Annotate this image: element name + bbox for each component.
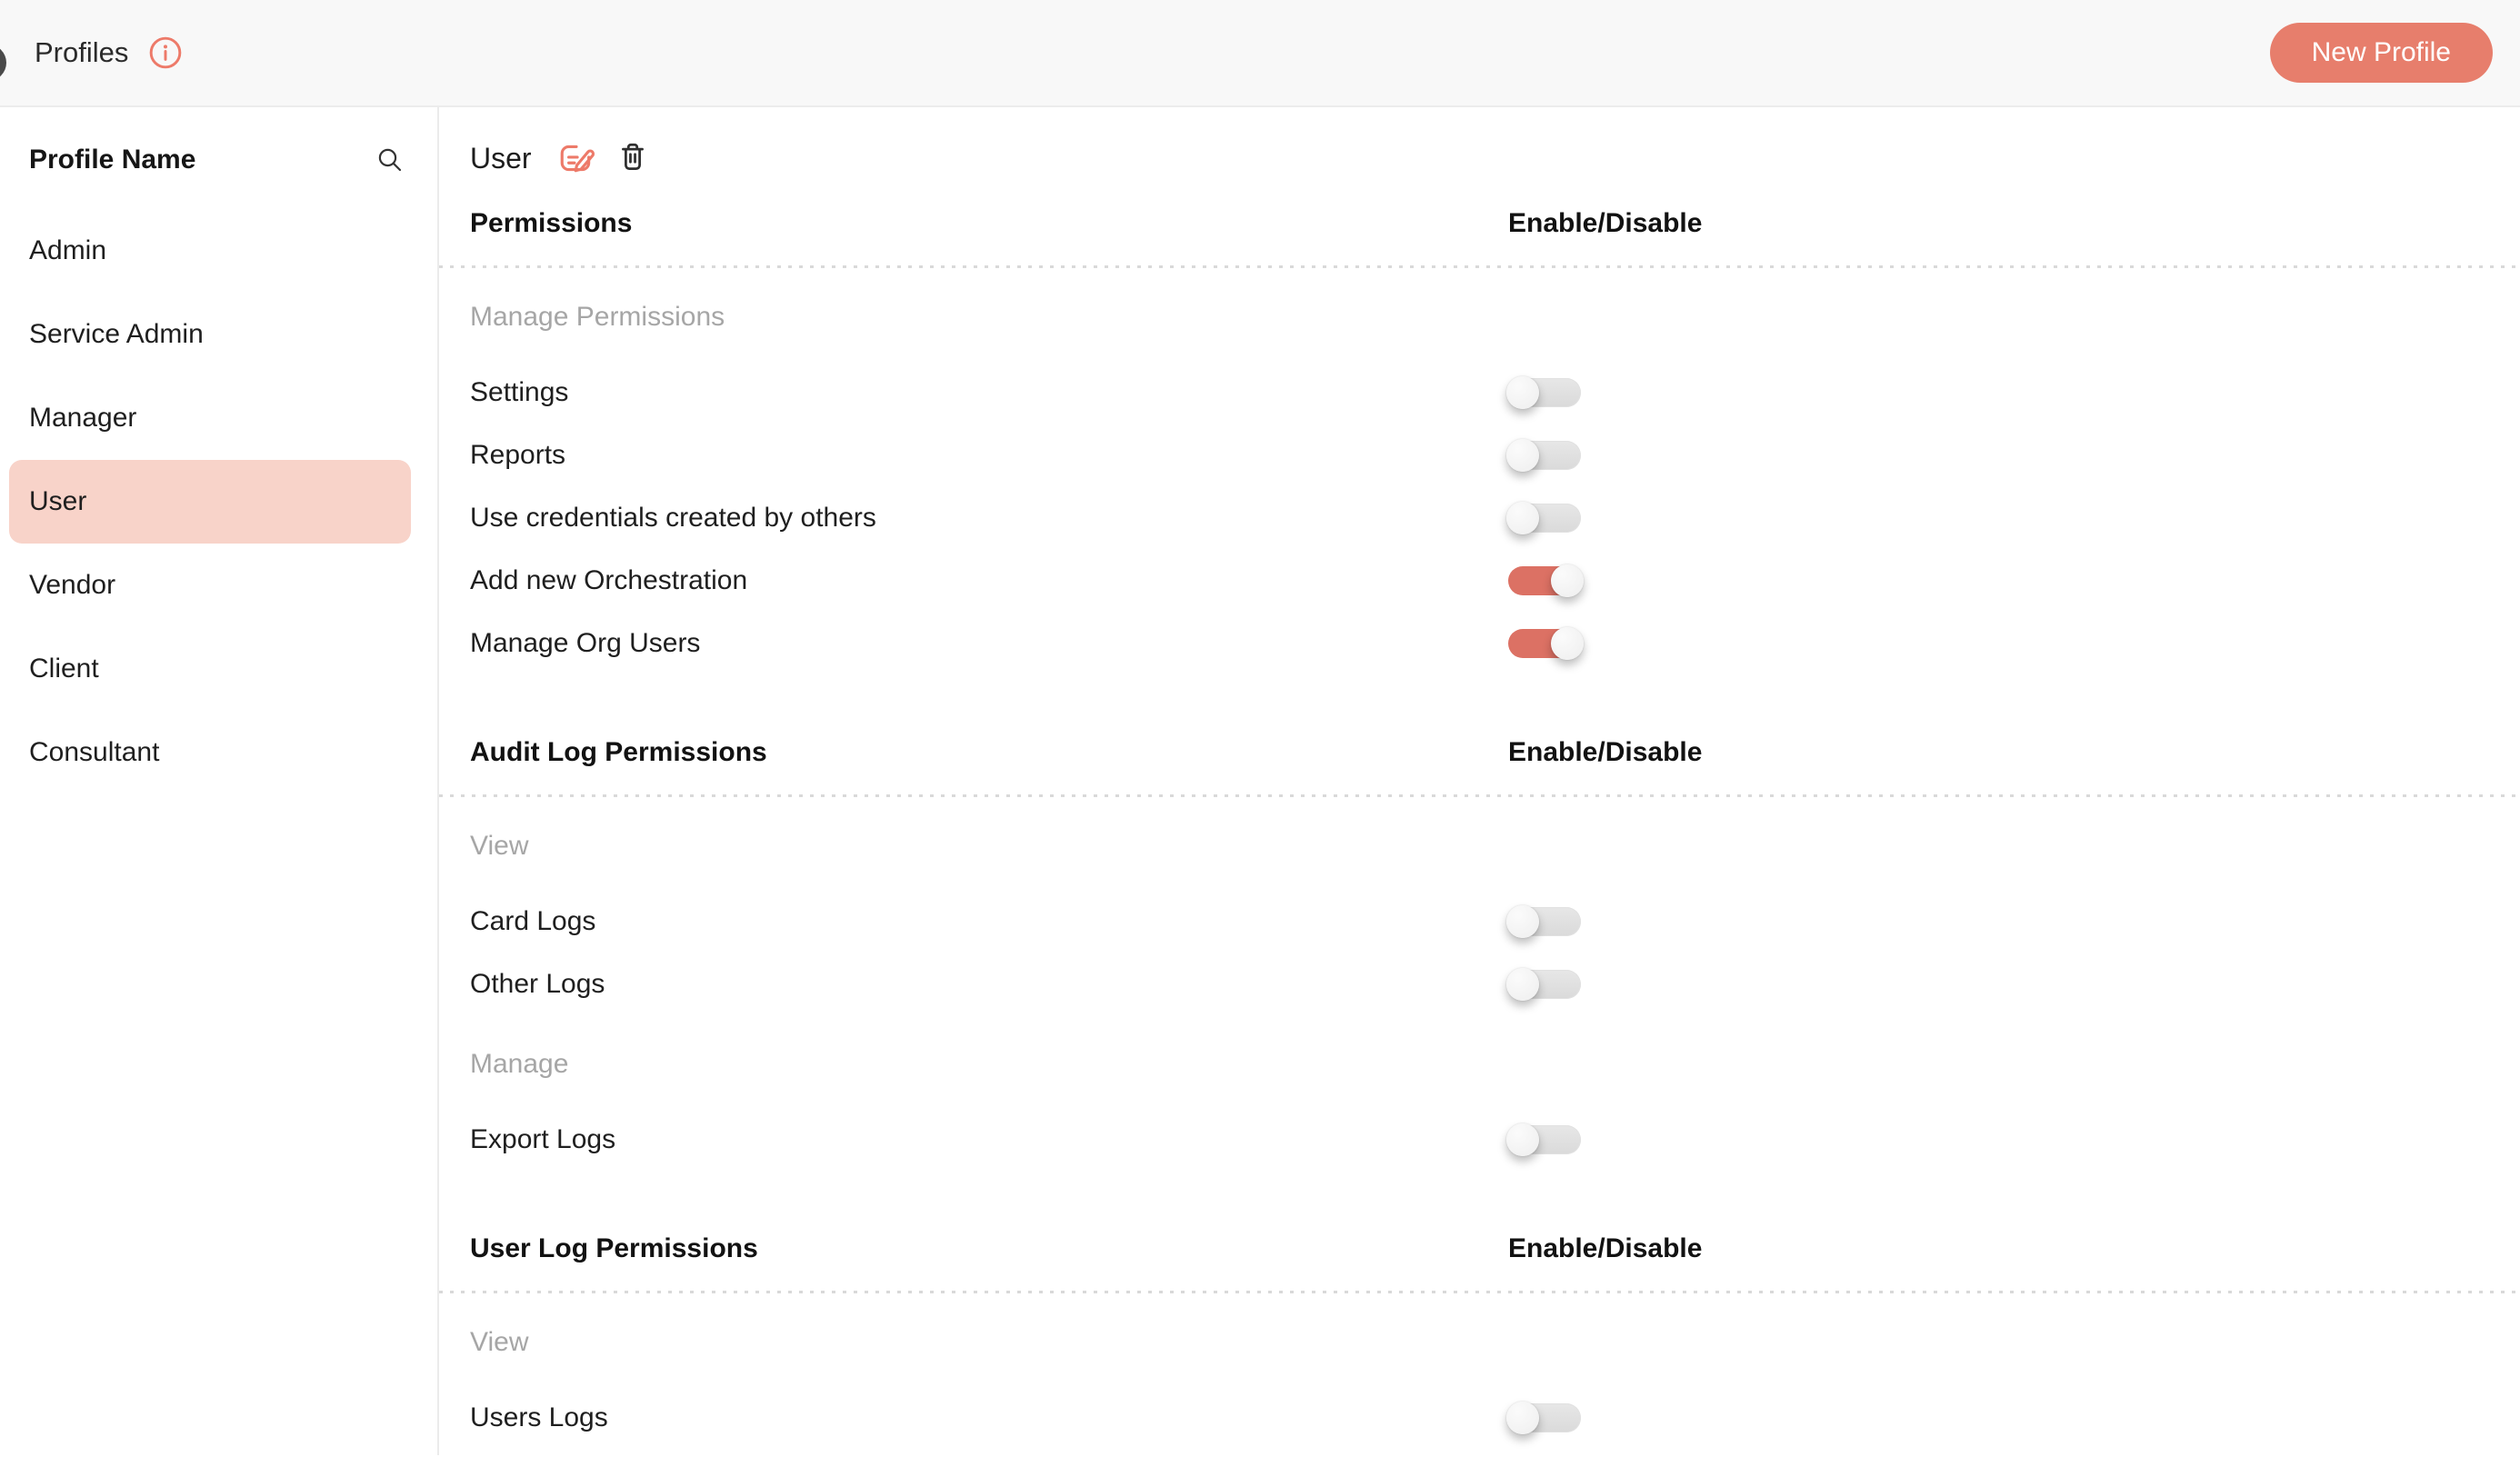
permission-label: Reports xyxy=(470,439,566,470)
sidebar-header: Profile Name xyxy=(29,144,405,176)
profile-search-button[interactable] xyxy=(375,145,405,175)
permission-row: Export Logs xyxy=(470,1108,2495,1171)
toggle-reports[interactable] xyxy=(1506,438,1581,472)
permission-row: Settings xyxy=(470,361,2495,424)
trash-icon xyxy=(615,141,650,175)
section-title: Audit Log Permissions xyxy=(470,737,767,767)
sidebar-item-service-admin[interactable]: Service Admin xyxy=(9,293,411,376)
edit-note-icon xyxy=(557,139,595,177)
profile-list: Admin Service Admin Manager User Vendor … xyxy=(0,209,437,794)
sidebar-item-user[interactable]: User xyxy=(9,460,411,544)
toggle-knob xyxy=(1551,564,1584,597)
toggle-manage-org-users[interactable] xyxy=(1508,626,1584,660)
section-divider xyxy=(439,794,2520,797)
section-user-log-permissions: User Log Permissions Enable/Disable View Us… xyxy=(439,1229,2520,1449)
new-profile-button[interactable]: New Profile xyxy=(2269,23,2493,83)
enable-disable-header: Enable/Disable xyxy=(1508,737,1703,767)
content-area: Profile Name Admin Service Admin Manager… xyxy=(0,107,2520,1455)
toggle-knob xyxy=(1506,438,1539,472)
toggle-other-logs[interactable] xyxy=(1506,967,1581,1001)
enable-disable-header: Enable/Disable xyxy=(1508,1233,1703,1263)
permission-row: Add new Orchestration xyxy=(470,549,2495,612)
toggle-knob xyxy=(1506,375,1539,409)
section-title: Permissions xyxy=(470,208,633,238)
permission-row: Reports xyxy=(470,424,2495,486)
sidebar-item-client[interactable]: Client xyxy=(9,627,411,711)
profiles-info-button[interactable] xyxy=(148,35,183,70)
sidebar-item-consultant[interactable]: Consultant xyxy=(9,711,411,794)
permission-group-label: View xyxy=(470,831,529,861)
permission-row: Card Logs xyxy=(470,890,2495,953)
permission-label: Manage Org Users xyxy=(470,627,701,658)
permission-label: Export Logs xyxy=(470,1123,616,1154)
permission-row: Other Logs xyxy=(470,953,2495,1015)
section-header-row: Audit Log Permissions Enable/Disable xyxy=(470,733,2495,773)
section-permissions: Permissions Enable/Disable Manage Permissi… xyxy=(439,204,2520,674)
section-header-row: User Log Permissions Enable/Disable xyxy=(470,1229,2495,1269)
permission-group-label: Manage Permissions xyxy=(470,302,725,332)
permission-row: Manage Org Users xyxy=(470,612,2495,674)
toggle-knob xyxy=(1506,501,1539,534)
permission-row: Users Logs xyxy=(470,1386,2495,1449)
permission-group-label: Manage xyxy=(470,1049,569,1079)
permission-sections: Permissions Enable/Disable Manage Permissi… xyxy=(439,204,2520,1449)
toggle-knob xyxy=(1506,1123,1539,1156)
toggle-knob xyxy=(1506,904,1539,938)
permission-group-label: View xyxy=(470,1327,529,1357)
toggle-knob xyxy=(1506,967,1539,1001)
sidebar-item-admin[interactable]: Admin xyxy=(9,209,411,293)
toggle-export-logs[interactable] xyxy=(1506,1123,1581,1156)
profile-detail-panel: User Permissions Enable/Disable Manage P… xyxy=(439,107,2520,1455)
edit-profile-button[interactable] xyxy=(557,139,595,177)
profile-title-row: User xyxy=(470,140,2495,176)
permission-rows: Users Logs xyxy=(470,1386,2495,1449)
toggle-users-logs[interactable] xyxy=(1506,1401,1581,1434)
section-title: User Log Permissions xyxy=(470,1233,758,1263)
permission-label: Settings xyxy=(470,376,569,407)
permission-rows: Settings Reports Use credentials created b… xyxy=(470,361,2495,674)
toggle-add-new-orchestration[interactable] xyxy=(1508,564,1584,597)
section-divider xyxy=(439,265,2520,268)
toggle-card-logs[interactable] xyxy=(1506,904,1581,938)
profiles-sidebar: Profile Name Admin Service Admin Manager… xyxy=(0,107,439,1455)
permission-row: Use credentials created by others xyxy=(470,486,2495,549)
selected-profile-title: User xyxy=(470,141,532,175)
enable-disable-header: Enable/Disable xyxy=(1508,208,1703,238)
section-header-row: Permissions Enable/Disable xyxy=(470,204,2495,244)
section-divider xyxy=(439,1291,2520,1293)
search-icon xyxy=(375,145,405,175)
toggle-knob xyxy=(1506,1401,1539,1434)
toggle-knob xyxy=(1551,626,1584,660)
toggle-settings[interactable] xyxy=(1506,375,1581,409)
sidebar-item-vendor[interactable]: Vendor xyxy=(9,544,411,627)
permission-label: Users Logs xyxy=(470,1402,608,1432)
permission-rows: Export Logs xyxy=(470,1108,2495,1171)
edge-notch xyxy=(0,45,6,81)
section-audit-log-permissions: Audit Log Permissions Enable/Disable View C… xyxy=(439,733,2520,1171)
permission-label: Use credentials created by others xyxy=(470,502,876,533)
sidebar-title: Profile Name xyxy=(29,145,196,175)
top-bar: Profiles New Profile xyxy=(0,0,2520,107)
permission-label: Add new Orchestration xyxy=(470,564,748,595)
permission-label: Card Logs xyxy=(470,905,596,936)
permission-rows: Card Logs Other Logs xyxy=(470,890,2495,1015)
toggle-use-credentials-created-by-others[interactable] xyxy=(1506,501,1581,534)
sidebar-item-manager[interactable]: Manager xyxy=(9,376,411,460)
delete-profile-button[interactable] xyxy=(615,141,650,175)
info-icon xyxy=(148,35,183,70)
page-title: Profiles xyxy=(35,36,129,68)
permission-label: Other Logs xyxy=(470,968,605,999)
